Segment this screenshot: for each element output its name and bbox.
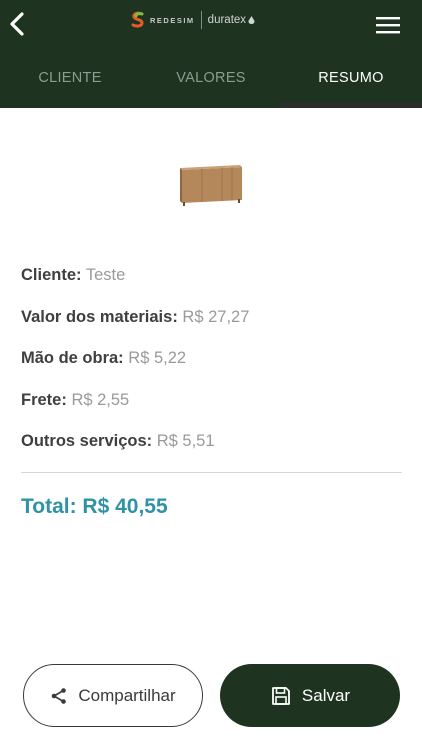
materiais-value: R$ 27,27 xyxy=(182,308,250,326)
frete-value: R$ 2,55 xyxy=(71,391,130,409)
mao-de-obra-value: R$ 5,22 xyxy=(128,349,187,367)
product-image xyxy=(180,165,242,206)
share-icon xyxy=(52,687,67,704)
tab-resumo[interactable]: RESUMO xyxy=(281,56,421,104)
brand-duratex: duratex xyxy=(207,14,247,26)
outros-servicos-value: R$ 5,51 xyxy=(156,432,215,450)
cliente-value: Teste xyxy=(85,266,126,284)
tab-bar: CLIENTE VALORES RESUMO xyxy=(0,56,422,108)
share-button[interactable]: Compartilhar xyxy=(23,664,203,727)
mao-de-obra-label: Mão de obra: xyxy=(21,349,124,367)
save-button-label: Salvar xyxy=(301,685,351,705)
brand-logo: REDESIM duratex xyxy=(130,9,255,31)
chevron-left-icon xyxy=(10,12,24,36)
floppy-disk-icon xyxy=(272,686,290,705)
menu-button[interactable] xyxy=(374,14,402,36)
hamburger-menu-icon xyxy=(376,17,400,34)
redesim-logo-icon xyxy=(131,11,144,28)
app-header: REDESIM duratex CLIENTE VALORES RESUMO xyxy=(0,0,422,108)
summary-outros-servicos: Outros serviços: R$ 5,51 xyxy=(21,432,215,451)
save-button[interactable]: Salvar xyxy=(220,664,400,727)
brand-separator xyxy=(200,11,202,29)
divider xyxy=(21,472,402,473)
tab-valores[interactable]: VALORES xyxy=(141,56,281,104)
brand-redesim: REDESIM xyxy=(150,15,195,25)
duratex-drop-icon xyxy=(248,16,255,24)
back-button[interactable] xyxy=(6,8,30,40)
summary-frete: Frete: R$ 2,55 xyxy=(21,391,129,410)
frete-label: Frete: xyxy=(21,391,67,409)
cliente-label: Cliente: xyxy=(21,266,82,284)
summary-cliente: Cliente: Teste xyxy=(21,266,125,285)
active-tab-indicator xyxy=(281,102,422,108)
total-amount: Total: R$ 40,55 xyxy=(21,495,168,518)
summary-mao-de-obra: Mão de obra: R$ 5,22 xyxy=(21,349,186,368)
outros-servicos-label: Outros serviços: xyxy=(21,432,153,450)
share-button-label: Compartilhar xyxy=(78,685,176,705)
summary-materiais: Valor dos materiais: R$ 27,27 xyxy=(21,308,249,327)
tab-cliente[interactable]: CLIENTE xyxy=(0,56,140,104)
top-bar: REDESIM duratex xyxy=(0,0,422,50)
materiais-label: Valor dos materiais: xyxy=(21,308,178,326)
